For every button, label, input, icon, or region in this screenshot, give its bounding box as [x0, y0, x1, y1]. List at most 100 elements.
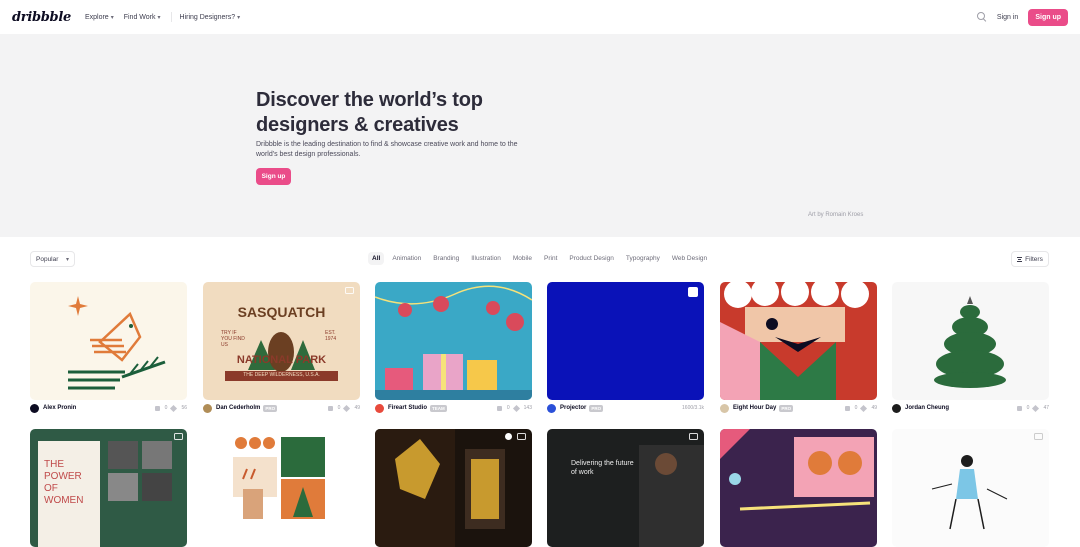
avatar[interactable] [720, 403, 729, 413]
shot-card-gold[interactable] [375, 429, 532, 547]
tab-typography[interactable]: Typography [622, 252, 664, 265]
comment-count: 0 [506, 405, 510, 411]
pro-badge: PRO [263, 404, 278, 412]
shot-card-tree[interactable] [892, 282, 1049, 400]
heart-icon[interactable] [170, 404, 178, 412]
tab-branding[interactable]: Branding [429, 252, 463, 265]
sasquatch-subtitle: NATIONAL PARK [236, 354, 327, 366]
shot-meta: Dan Cederholm PRO 0 49 [203, 402, 360, 414]
video-icon [174, 433, 183, 440]
comment-icon [844, 405, 850, 411]
gallery-icon [689, 433, 698, 440]
gallery-icon [517, 433, 526, 440]
top-nav: dribbble Explore ▾ Find Work ▾ Hiring Desi… [0, 0, 1080, 34]
filters-button[interactable]: Filters [1011, 251, 1049, 267]
art-credit[interactable]: Art by Romain Kroes [808, 212, 863, 218]
tab-print[interactable]: Print [540, 252, 561, 265]
filters-label: Filters [1025, 255, 1043, 263]
shot-meta: Projector PRO 1600/3.1k [547, 402, 704, 414]
comment-icon [1016, 405, 1022, 411]
comment-count: 0 [854, 405, 858, 411]
avatar[interactable] [203, 403, 212, 413]
hero-sign-up-button[interactable]: Sign up [256, 168, 291, 185]
shot-card-sasquatch[interactable]: SASQUATCH NATIONAL PARK TRY IF YOU FIND … [203, 282, 360, 400]
comment-icon [496, 405, 502, 411]
sasquatch-title: SASQUATCH [237, 304, 326, 320]
shot-card-power-of-women[interactable]: THE POWER OF WOMEN [30, 429, 187, 547]
hero-description: Dribbble is the leading destination to f… [256, 141, 518, 158]
search-icon[interactable] [976, 12, 987, 22]
avatar[interactable] [892, 403, 901, 413]
dribbble-logo[interactable]: dribbble [12, 10, 71, 25]
photo [108, 473, 138, 501]
heart-icon[interactable] [512, 404, 520, 412]
comment-count: 0 [1026, 405, 1030, 411]
like-count: 47 [1043, 405, 1049, 411]
comment-icon [154, 405, 160, 411]
nav-hiring-designers[interactable]: Hiring Designers? ▾ [180, 14, 241, 21]
sign-in-link[interactable]: Sign in [997, 14, 1018, 21]
author-name[interactable]: Projector [560, 405, 586, 411]
shot-meta: Alex Pronin 0 56 [30, 402, 187, 414]
shot-views: 1600/3.1k [682, 405, 704, 411]
author-name[interactable]: Dan Cederholm [216, 405, 260, 411]
shot-thumbnail [720, 429, 874, 511]
photo [108, 441, 138, 469]
nav-find-work[interactable]: Find Work ▾ [124, 14, 161, 21]
sign-up-button[interactable]: Sign up [1028, 8, 1068, 26]
sort-label: Popular [36, 255, 59, 263]
gallery-icon [1034, 433, 1043, 440]
team-badge: TEAM [430, 404, 447, 412]
nav-explore-label: Explore [84, 13, 109, 21]
nav-explore[interactable]: Explore ▾ [85, 14, 114, 21]
shot-meta: Eight Hour Day PRO 0 49 [720, 402, 877, 414]
author-name[interactable]: Fireart Studio [388, 405, 427, 411]
author-name[interactable]: Alex Pronin [43, 405, 76, 411]
tab-product-design[interactable]: Product Design [565, 252, 617, 265]
pro-badge: PRO [589, 404, 604, 412]
external-link-icon[interactable] [688, 287, 698, 297]
shot-thumbnail [934, 296, 1006, 388]
shot-stats: 0 143 [496, 404, 532, 412]
tab-mobile[interactable]: Mobile [509, 252, 536, 265]
comment-icon [327, 405, 333, 411]
category-tabs: All Animation Branding Illustration Mobi… [368, 252, 711, 265]
play-icon[interactable] [505, 433, 512, 440]
photo [142, 441, 172, 469]
shot-card-santa[interactable] [720, 282, 877, 400]
author-name[interactable]: Jordan Cheung [905, 405, 949, 411]
gallery-icon [345, 287, 354, 294]
shot-thumbnail [375, 285, 532, 400]
shot-card-festive[interactable] [375, 282, 532, 400]
avatar[interactable] [547, 403, 556, 413]
tab-illustration[interactable]: Illustration [467, 252, 505, 265]
sort-dropdown[interactable]: Popular ▾ [30, 251, 75, 267]
like-count: 49 [354, 405, 360, 411]
tab-all[interactable]: All [368, 252, 385, 265]
nav-divider [170, 12, 172, 22]
shot-card-projector[interactable] [547, 282, 704, 400]
heart-icon[interactable] [343, 404, 351, 412]
shot-card-delivering[interactable]: Delivering the future of work [547, 429, 704, 547]
hero-title: Discover the world’s top designers & cre… [256, 89, 483, 136]
shot-card-bird[interactable] [30, 282, 187, 400]
chevron-down-icon: ▾ [237, 14, 241, 21]
women-text: THE POWER OF WOMEN [44, 459, 84, 506]
heart-icon[interactable] [860, 404, 868, 412]
tab-animation[interactable]: Animation [388, 252, 425, 265]
shot-card-deer[interactable] [203, 429, 360, 547]
tab-web-design[interactable]: Web Design [668, 252, 711, 265]
avatar[interactable] [30, 403, 39, 413]
shot-card-sketch[interactable] [892, 429, 1049, 547]
shot-thumbnail [68, 296, 166, 390]
comment-count: 0 [337, 405, 341, 411]
photo-head [655, 453, 677, 475]
shot-stats: 0 49 [327, 404, 360, 412]
nav-find-work-label: Find Work [123, 13, 156, 21]
author-name[interactable]: Eight Hour Day [733, 405, 776, 411]
shot-card-space[interactable] [720, 429, 877, 547]
shot-thumbnail [233, 437, 325, 519]
avatar[interactable] [375, 403, 384, 413]
filter-icon [1017, 256, 1023, 262]
heart-icon[interactable] [1032, 404, 1040, 412]
